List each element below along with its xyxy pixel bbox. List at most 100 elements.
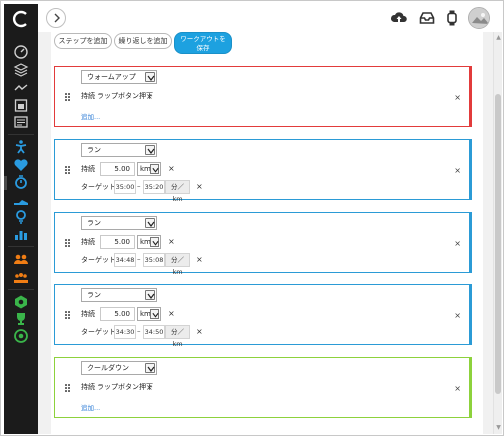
remove-duration-icon[interactable]: × bbox=[146, 93, 153, 101]
dashboard-icon[interactable] bbox=[13, 44, 29, 60]
step-type-select[interactable]: ラン bbox=[81, 216, 157, 230]
chevron-down-icon bbox=[150, 164, 159, 174]
target-label: ターゲット: bbox=[81, 328, 119, 336]
watch-icon[interactable] bbox=[443, 9, 461, 27]
save-workout-label-line2: 保存 bbox=[196, 44, 210, 52]
run-person-icon[interactable] bbox=[13, 139, 29, 155]
sidebar-divider bbox=[8, 289, 34, 290]
chevron-down-icon bbox=[145, 363, 155, 373]
step-card-cooldown: クールダウン 持続 ラップボタン押下 × 追加... × bbox=[54, 357, 472, 418]
sidebar-divider bbox=[8, 246, 34, 247]
stopwatch-icon[interactable] bbox=[13, 174, 29, 190]
pace-to-input[interactable]: 34:50 bbox=[143, 325, 165, 339]
drag-handle-icon[interactable] bbox=[65, 93, 70, 101]
workout-editor: ステップを追加 繰り返しを追加 ワークアウトを 保存 ウォームアップ 持続 ラッ… bbox=[38, 32, 493, 434]
report-icon[interactable] bbox=[13, 114, 29, 130]
step-type-select[interactable]: ウォームアップ bbox=[81, 70, 157, 84]
remove-duration-icon[interactable]: × bbox=[168, 238, 175, 246]
pace-to-input[interactable]: 35:08 bbox=[143, 253, 165, 267]
heart-icon[interactable] bbox=[13, 157, 29, 173]
trend-icon[interactable] bbox=[13, 80, 29, 96]
remove-target-icon[interactable]: × bbox=[196, 183, 203, 191]
add-step-button[interactable]: ステップを追加 bbox=[54, 33, 112, 49]
target-label: ターゲット: bbox=[81, 183, 119, 191]
badge-icon[interactable] bbox=[13, 294, 29, 310]
duration-label: 持続 bbox=[81, 92, 95, 100]
chevron-down-icon bbox=[145, 72, 155, 82]
distance-unit-select[interactable]: km bbox=[137, 307, 161, 321]
step-type-value: ラン bbox=[87, 291, 101, 299]
pace-from-input[interactable]: 34:30 bbox=[114, 325, 136, 339]
sidebar bbox=[4, 4, 38, 434]
step-type-select[interactable]: ラン bbox=[81, 143, 157, 157]
layers-icon[interactable] bbox=[13, 62, 29, 78]
inbox-icon[interactable] bbox=[418, 9, 436, 27]
chevron-down-icon bbox=[150, 237, 159, 247]
scroll-up-icon[interactable]: ▲ bbox=[495, 34, 502, 41]
pace-from-input[interactable]: 35:00 bbox=[114, 180, 136, 194]
delete-step-icon[interactable]: × bbox=[454, 166, 461, 175]
step-card-run: ラン 持続 5.00 km × ターゲット: 34:30 – 34:50 分／k… bbox=[54, 284, 472, 348]
distance-input[interactable]: 5.00 bbox=[100, 162, 135, 176]
scroll-down-icon[interactable]: ▼ bbox=[495, 424, 502, 431]
range-dash: – bbox=[137, 327, 141, 335]
add-note-link[interactable]: 追加... bbox=[81, 111, 100, 121]
pace-unit: 分／km bbox=[165, 253, 190, 276]
logo-icon[interactable] bbox=[12, 10, 30, 28]
drag-handle-icon[interactable] bbox=[65, 384, 70, 392]
remove-duration-icon[interactable]: × bbox=[146, 384, 153, 392]
distance-unit-select[interactable]: km bbox=[137, 235, 161, 249]
distance-unit-select[interactable]: km bbox=[137, 162, 161, 176]
scrollbar-thumb[interactable] bbox=[495, 94, 501, 394]
cloud-upload-icon[interactable] bbox=[390, 9, 408, 27]
step-card-run: ラン 持続 5.00 km × ターゲット: 34:48 – 35:08 分／k… bbox=[54, 212, 472, 276]
lightbulb-icon[interactable] bbox=[13, 209, 29, 225]
delete-step-icon[interactable]: × bbox=[454, 384, 461, 393]
delete-step-icon[interactable]: × bbox=[454, 311, 461, 320]
step-type-value: ラン bbox=[87, 146, 101, 154]
drag-handle-icon[interactable] bbox=[65, 166, 70, 174]
distance-input[interactable]: 5.00 bbox=[100, 307, 135, 321]
groups-icon[interactable] bbox=[13, 269, 29, 285]
duration-value: ラップボタン押下 bbox=[97, 92, 153, 100]
drag-handle-icon[interactable] bbox=[65, 311, 70, 319]
duration-label: 持続 bbox=[81, 383, 95, 391]
connections-icon[interactable] bbox=[13, 251, 29, 267]
distance-input[interactable]: 5.00 bbox=[100, 235, 135, 249]
target-label: ターゲット: bbox=[81, 256, 119, 264]
add-note-link[interactable]: 追加... bbox=[81, 402, 100, 412]
avatar[interactable] bbox=[468, 7, 490, 29]
add-repeat-button[interactable]: 繰り返しを追加 bbox=[114, 33, 172, 49]
step-type-value: ウォームアップ bbox=[87, 73, 136, 81]
duration-label: 持続 bbox=[81, 165, 95, 173]
step-type-value: クールダウン bbox=[87, 364, 129, 372]
duration-value: ラップボタン押下 bbox=[97, 383, 153, 391]
step-card-run: ラン 持続 5.00 km × ターゲット: 35:00 – 35:20 分／k… bbox=[54, 139, 472, 203]
duration-label: 持続 bbox=[81, 238, 95, 246]
avatar-image bbox=[469, 8, 489, 28]
shoe-icon[interactable] bbox=[13, 192, 29, 208]
remove-target-icon[interactable]: × bbox=[196, 256, 203, 264]
bar-chart-icon[interactable] bbox=[13, 226, 29, 242]
delete-step-icon[interactable]: × bbox=[454, 239, 461, 248]
pace-to-input[interactable]: 35:20 bbox=[143, 180, 165, 194]
remove-duration-icon[interactable]: × bbox=[168, 165, 175, 173]
calendar-icon[interactable] bbox=[13, 97, 29, 113]
back-button[interactable] bbox=[46, 8, 66, 28]
step-type-select[interactable]: クールダウン bbox=[81, 361, 157, 375]
duration-label: 持続 bbox=[81, 310, 95, 318]
pace-from-input[interactable]: 34:48 bbox=[114, 253, 136, 267]
app-window: ステップを追加 繰り返しを追加 ワークアウトを 保存 ウォームアップ 持続 ラッ… bbox=[0, 0, 504, 436]
sidebar-collapse-handle[interactable] bbox=[4, 176, 7, 190]
remove-target-icon[interactable]: × bbox=[196, 328, 203, 336]
save-workout-label-line1: ワークアウトを bbox=[180, 35, 226, 43]
scrollbar[interactable]: ▲ ▼ bbox=[493, 32, 502, 434]
step-type-select[interactable]: ラン bbox=[81, 288, 157, 302]
drag-handle-icon[interactable] bbox=[65, 239, 70, 247]
delete-step-icon[interactable]: × bbox=[454, 93, 461, 102]
target-icon[interactable] bbox=[13, 328, 29, 344]
save-workout-button[interactable]: ワークアウトを 保存 bbox=[174, 32, 232, 54]
remove-duration-icon[interactable]: × bbox=[168, 310, 175, 318]
range-dash: – bbox=[137, 182, 141, 190]
trophy-icon[interactable] bbox=[13, 311, 29, 327]
